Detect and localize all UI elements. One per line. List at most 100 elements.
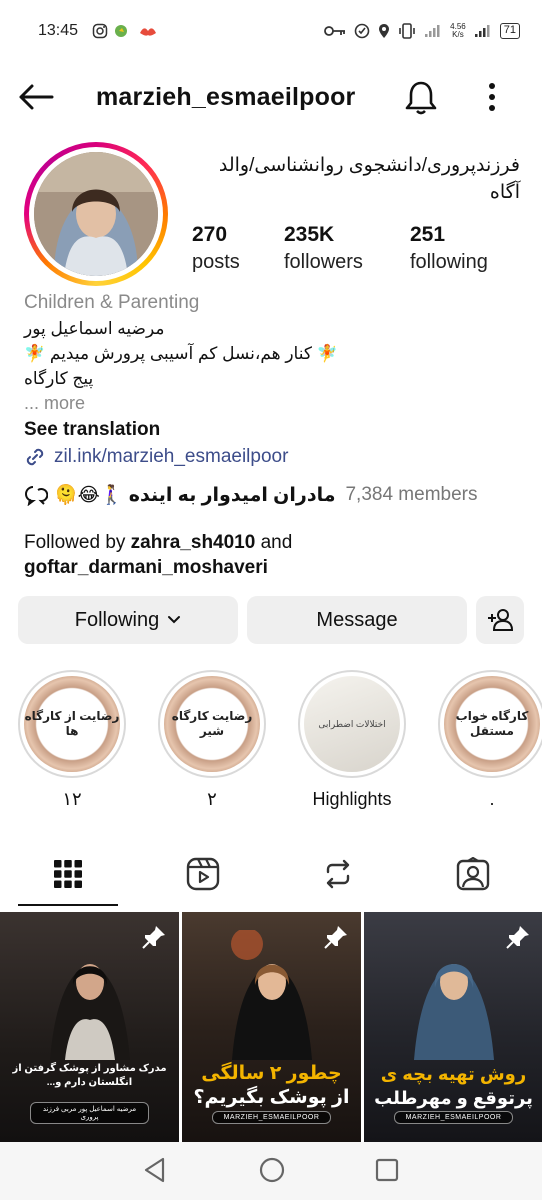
link-icon: [26, 448, 44, 466]
bio-more-link[interactable]: ... more: [24, 391, 524, 415]
see-translation-link[interactable]: See translation: [24, 417, 524, 443]
more-vertical-icon: [489, 83, 495, 111]
posts-count: 270: [192, 223, 228, 246]
message-button-label: Message: [316, 608, 398, 631]
highlight-ring: رضایت از کارگاه ها: [18, 670, 126, 778]
following-count: 251: [410, 223, 446, 246]
profile-tabs: [0, 840, 542, 908]
profile-actions: Following Message: [18, 596, 524, 644]
network-speed-unit: K/s: [452, 30, 464, 39]
following-stat[interactable]: 251 following: [410, 222, 488, 276]
posts-stat[interactable]: 270 posts: [192, 222, 240, 276]
followed-by[interactable]: Followed by zahra_sh4010 and goftar_darm…: [24, 530, 524, 580]
nav-home-button[interactable]: [258, 1156, 286, 1189]
arrow-left-icon: [19, 84, 54, 110]
status-bar: 13:45 4.56 K/s 71: [0, 0, 542, 62]
key-icon: [324, 24, 346, 38]
story-ring[interactable]: [24, 142, 168, 286]
post-caption-line: روش تهیه بچه ی: [380, 1064, 527, 1084]
location-icon: [378, 23, 390, 39]
signal-icon: [424, 24, 442, 38]
post-caption-line: پرتوقع و مهرطلب: [374, 1088, 533, 1108]
tab-reposts[interactable]: [270, 840, 405, 908]
chevron-down-icon: [168, 616, 181, 624]
post-watermark: مرضیه اسماعیل پور مربی فرزند پروری: [30, 1102, 149, 1124]
pinned-icon: [505, 924, 531, 955]
channel-icon: [25, 486, 48, 506]
header-username: marzieh_esmaeilpoor: [96, 82, 356, 111]
active-tab-indicator: [18, 904, 118, 906]
profile-bio: Children & Parenting مرضیه اسماعیل پور 🧚…: [24, 290, 524, 471]
post-person-image: [413, 964, 494, 1060]
highlight-item[interactable]: رضایت کارگاه شیر ۲: [158, 670, 266, 810]
pinned-icon: [141, 924, 167, 955]
suggested-users-button[interactable]: [476, 596, 524, 644]
post-thumbnail[interactable]: چطور ۲ سالگی از پوشک بگیریم؟ MARZIEH_ESM…: [182, 912, 361, 1142]
post-thumbnail[interactable]: روش تهیه بچه ی پرتوقع و مهرطلب MARZIEH_E…: [364, 912, 542, 1142]
followed-by-prefix: Followed by: [24, 532, 131, 553]
highlight-ring: رضایت کارگاه شیر: [158, 670, 266, 778]
profile-link-text: zil.ink/marzieh_esmaeilpoor: [54, 446, 289, 467]
post-caption-line: چطور ۲ سالگی: [201, 1063, 342, 1084]
highlight-cover-text: کارگاه خواب مستقل: [444, 676, 540, 772]
nav-recents-button[interactable]: [374, 1156, 400, 1189]
highlight-caption: .: [489, 789, 495, 809]
tab-reels[interactable]: [135, 840, 270, 908]
triangle-back-icon: [144, 1157, 165, 1183]
post-person-image: [49, 964, 130, 1060]
notifications-button[interactable]: [404, 80, 438, 121]
tab-tagged[interactable]: [405, 840, 540, 908]
add-user-icon: [488, 609, 514, 631]
following-button[interactable]: Following: [18, 596, 238, 644]
status-right: 4.56 K/s 71: [324, 23, 520, 39]
highlight-cover-text: رضایت کارگاه شیر: [164, 676, 260, 772]
nav-back-button[interactable]: [142, 1156, 168, 1189]
profile-header: marzieh_esmaeilpoor: [0, 62, 542, 132]
app-notification-icon: [114, 23, 132, 39]
network-speed: 4.56 K/s: [450, 23, 466, 39]
circle-home-icon: [259, 1157, 285, 1183]
highlight-item[interactable]: رضایت از کارگاه ها ۱۲: [18, 670, 126, 810]
highlight-ring: کارگاه خواب مستقل: [438, 670, 542, 778]
post-thumbnail[interactable]: مدرک مشاور از پوشک گرفتن از انگلستان دار…: [0, 912, 179, 1142]
vibrate-icon: [398, 23, 416, 39]
channel-members: 7,384 members: [345, 484, 478, 505]
tab-posts-grid[interactable]: [0, 840, 135, 908]
highlight-caption: Highlights: [312, 789, 392, 809]
back-button[interactable]: [18, 78, 56, 116]
highlight-caption: ۲: [207, 789, 217, 809]
story-highlights: رضایت از کارگاه ها ۱۲ رضایت کارگاه شیر ۲…: [0, 670, 542, 820]
highlight-item[interactable]: اختلالات اضطرابی Highlights: [298, 670, 406, 810]
followed-by-user: goftar_darmani_moshaveri: [24, 557, 268, 578]
profile-link[interactable]: zil.ink/marzieh_esmaeilpoor: [24, 443, 524, 471]
status-time: 13:45: [38, 22, 79, 39]
system-navbar: [0, 1142, 542, 1200]
bio-line: مرضیه اسماعیل پور: [24, 319, 165, 338]
bio-line: 🧚 کنار هم،نسل کم آسیبی پرورش میدیم 🧚: [24, 344, 338, 363]
post-caption-overlay: روش تهیه بچه ی پرتوقع و مهرطلب: [372, 1062, 535, 1110]
repost-icon: [326, 859, 349, 889]
highlight-item[interactable]: کارگاه خواب مستقل .: [438, 670, 542, 810]
post-caption-overlay: مدرک مشاور از پوشک گرفتن از انگلستان دار…: [12, 1063, 167, 1088]
following-label: following: [410, 251, 488, 273]
broadcast-channel[interactable]: مادران امیدوار به اینده 🚶‍♀️😂🫠 7,384 mem…: [24, 483, 477, 507]
instagram-notification-icon: [92, 23, 108, 39]
more-options-button[interactable]: [482, 80, 502, 119]
avatar-gap: [29, 147, 163, 281]
post-watermark: MARZIEH_ESMAEILPOOR: [394, 1111, 513, 1124]
data-saver-icon: [354, 23, 370, 39]
tagged-user-icon: [456, 857, 489, 891]
post-watermark: MARZIEH_ESMAEILPOOR: [212, 1111, 331, 1124]
followed-by-user: zahra_sh4010: [130, 532, 256, 553]
status-left: 13:45: [38, 22, 158, 40]
bio-line: پیج کارگاه: [24, 369, 94, 388]
post-caption-overlay: چطور ۲ سالگی از پوشک بگیریم؟: [190, 1062, 353, 1110]
app-notification-icon-2: [138, 23, 158, 39]
message-button[interactable]: Message: [247, 596, 467, 644]
followers-stat[interactable]: 235K followers: [284, 222, 363, 276]
profile-full-name: فرزندپروری/دانشجوی روانشناسی/والد آگاه: [218, 155, 520, 203]
highlight-ring: اختلالات اضطرابی: [298, 670, 406, 778]
reels-icon: [186, 857, 219, 891]
highlight-cover-text: رضایت از کارگاه ها: [24, 676, 120, 772]
profile-stats: 270 posts 235K followers 251 following: [192, 222, 522, 282]
